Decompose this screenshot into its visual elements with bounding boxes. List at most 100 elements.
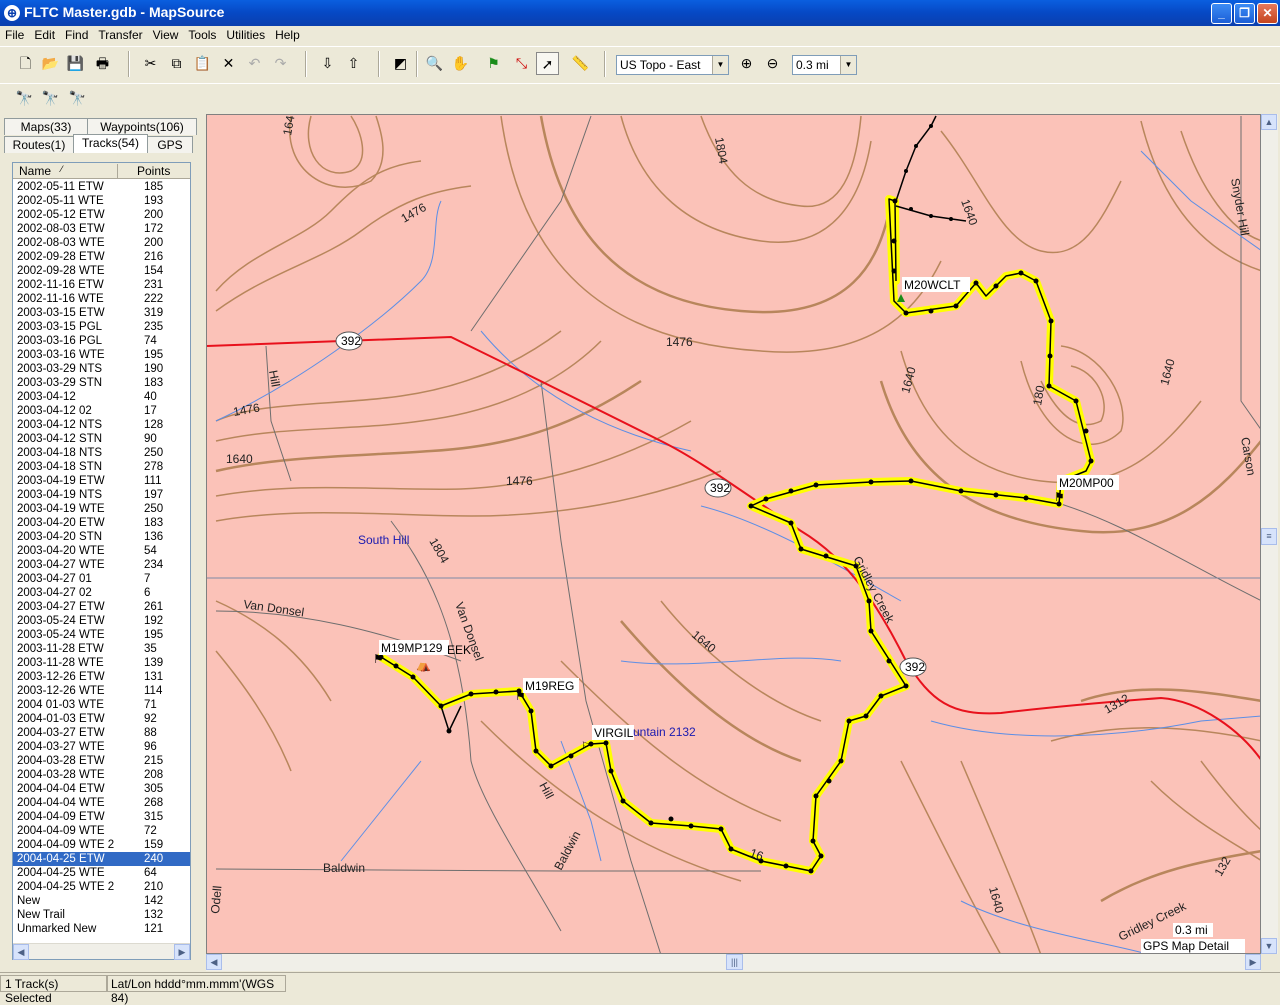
zoom-tool-icon[interactable]: 🔍 [423,52,446,75]
track-row[interactable]: 2002-08-03 WTE 200 [13,236,190,250]
chevron-down-icon[interactable]: ▼ [712,56,728,74]
track-row[interactable]: 2003-04-18 NTS 250 [13,446,190,460]
zoom-out-icon[interactable]: ⊖ [761,52,784,75]
track-row[interactable]: 2003-05-24 ETW 192 [13,614,190,628]
tab-tracks[interactable]: Tracks(54) [73,134,148,153]
title-bar[interactable]: ⊕ FLTC Master.gdb - MapSource _ ❐ ✕ [0,0,1280,26]
track-row[interactable]: 2003-03-29 STN 183 [13,376,190,390]
track-row[interactable]: 2004-01-03 ETW 92 [13,712,190,726]
waypoint-tool-icon[interactable]: ⚑ [482,52,505,75]
track-row[interactable]: 2003-03-15 ETW 319 [13,306,190,320]
scroll-up-icon[interactable]: ▲ [1261,114,1277,130]
scroll-right-icon[interactable]: ▶ [174,944,190,960]
topo-map[interactable]: ⚑ ⚑ ⛺ ⚑ ⚐ 392 392 392 M20WCLT M20MP00 M1… [207,115,1261,954]
maximize-button[interactable]: ❐ [1234,3,1255,24]
menu-utilities[interactable]: Utilities [221,26,270,42]
track-row[interactable]: 2004-04-25 ETW 240 [13,852,190,866]
track-row[interactable]: 2003-11-28 ETW 35 [13,642,190,656]
track-row[interactable]: 2004-03-28 ETW 215 [13,754,190,768]
menu-file[interactable]: File [0,26,29,42]
track-row[interactable]: 2003-04-19 NTS 197 [13,488,190,502]
track-row[interactable]: 2004-04-25 WTE 2 210 [13,880,190,894]
find-icon[interactable]: 🔭 [13,87,36,110]
track-row[interactable]: 2003-04-12 NTS 128 [13,418,190,432]
menu-transfer[interactable]: Transfer [93,26,147,42]
track-row[interactable]: 2003-04-18 STN 278 [13,460,190,474]
print-icon[interactable]: 🖶 [91,52,114,75]
new-icon[interactable]: 🗋 [14,52,37,75]
open-icon[interactable]: 📂 [39,52,62,75]
map-product-dropdown[interactable]: US Topo - East ▼ [616,55,729,75]
redo-icon[interactable]: ↷ [269,52,292,75]
close-button[interactable]: ✕ [1257,3,1278,24]
minimize-button[interactable]: _ [1211,3,1232,24]
zoom-in-icon[interactable]: ⊕ [735,52,758,75]
track-row[interactable]: 2002-05-12 ETW 200 [13,208,190,222]
undo-icon[interactable]: ↶ [243,52,266,75]
track-row[interactable]: 2004 01-03 WTE 71 [13,698,190,712]
track-row[interactable]: 2004-04-09 WTE 72 [13,824,190,838]
track-row[interactable]: 2003-04-12 STN 90 [13,432,190,446]
map-vertical-scrollbar[interactable]: ▲ ≡ ▼ [1261,114,1278,954]
tab-routes[interactable]: Routes(1) [4,136,74,153]
track-row[interactable]: 2002-05-11 ETW 185 [13,180,190,194]
scroll-down-icon[interactable]: ▼ [1261,938,1277,954]
save-icon[interactable]: 💾 [64,52,87,75]
column-name-header[interactable]: Name [19,164,51,178]
menu-view[interactable]: View [148,26,184,42]
paste-icon[interactable]: 📋 [191,52,214,75]
track-row[interactable]: New 142 [13,894,190,908]
receive-from-device-icon[interactable]: ⇩ [316,52,339,75]
app-icon[interactable]: ⊕ [4,5,20,21]
track-row[interactable]: 2004-03-28 WTE 208 [13,768,190,782]
track-row[interactable]: 2003-04-12 02 17 [13,404,190,418]
track-row[interactable]: 2003-04-20 ETW 183 [13,516,190,530]
track-row[interactable]: 2002-08-03 ETW 172 [13,222,190,236]
tab-maps[interactable]: Maps(33) [4,118,88,135]
column-points-header[interactable]: Points [137,164,170,178]
track-row[interactable]: 2003-04-19 WTE 250 [13,502,190,516]
track-row[interactable]: 2004-04-04 ETW 305 [13,782,190,796]
track-row[interactable]: 2004-04-09 WTE 2 159 [13,838,190,852]
list-horizontal-scrollbar[interactable]: ◀ ▶ [13,943,190,960]
track-row[interactable]: 2003-03-16 PGL 74 [13,334,190,348]
hand-tool-icon[interactable]: ✋ [449,52,472,75]
track-row[interactable]: 2003-04-27 01 7 [13,572,190,586]
track-row[interactable]: 2003-04-27 ETW 261 [13,600,190,614]
track-row[interactable]: 2003-04-27 WTE 234 [13,558,190,572]
map-horizontal-scrollbar[interactable]: ◀ ||| ▶ [206,954,1261,971]
track-row[interactable]: 2002-09-28 ETW 216 [13,250,190,264]
tab-waypoints[interactable]: Waypoints(106) [87,118,197,135]
tracks-list[interactable]: Name ⁄ Points 2002-05-11 ETW 185 2002-05-1… [12,162,191,960]
track-row[interactable]: 2004-04-04 WTE 268 [13,796,190,810]
menu-find[interactable]: Find [60,26,93,42]
track-row[interactable]: 2003-04-20 WTE 54 [13,544,190,558]
track-row[interactable]: 2002-05-11 WTE 193 [13,194,190,208]
track-row[interactable]: 2003-04-20 STN 136 [13,530,190,544]
track-row[interactable]: New Trail 132 [13,908,190,922]
scroll-right-icon[interactable]: ▶ [1245,954,1261,970]
send-to-device-icon[interactable]: ⇧ [342,52,365,75]
scroll-left-icon[interactable]: ◀ [13,944,29,960]
copy-icon[interactable]: ⧉ [165,52,188,75]
track-row[interactable]: 2003-12-26 ETW 131 [13,670,190,684]
track-row[interactable]: 2003-05-24 WTE 195 [13,628,190,642]
scroll-thumb[interactable]: ||| [726,954,743,970]
track-row[interactable]: 2004-04-25 WTE 64 [13,866,190,880]
track-row[interactable]: 2003-04-19 ETW 111 [13,474,190,488]
track-row[interactable]: 2004-03-27 WTE 96 [13,740,190,754]
menu-help[interactable]: Help [270,26,305,42]
track-row[interactable]: 2003-04-12 40 [13,390,190,404]
scroll-thumb[interactable]: ≡ [1261,528,1277,545]
track-row[interactable]: 2003-03-29 NTS 190 [13,362,190,376]
track-row[interactable]: 2004-03-27 ETW 88 [13,726,190,740]
track-row[interactable]: 2003-11-28 WTE 139 [13,656,190,670]
find-nearest-icon[interactable]: 🔭 [39,87,62,110]
zoom-scale-dropdown[interactable]: 0.3 mi ▼ [792,55,857,75]
track-row[interactable]: 2003-04-27 02 6 [13,586,190,600]
tab-gps[interactable]: GPS [147,136,193,153]
track-row[interactable]: 2003-03-16 WTE 195 [13,348,190,362]
track-row[interactable]: 2002-11-16 WTE 222 [13,292,190,306]
column-divider[interactable] [117,164,118,178]
route-tool-icon[interactable]: ⤡ [510,52,533,75]
